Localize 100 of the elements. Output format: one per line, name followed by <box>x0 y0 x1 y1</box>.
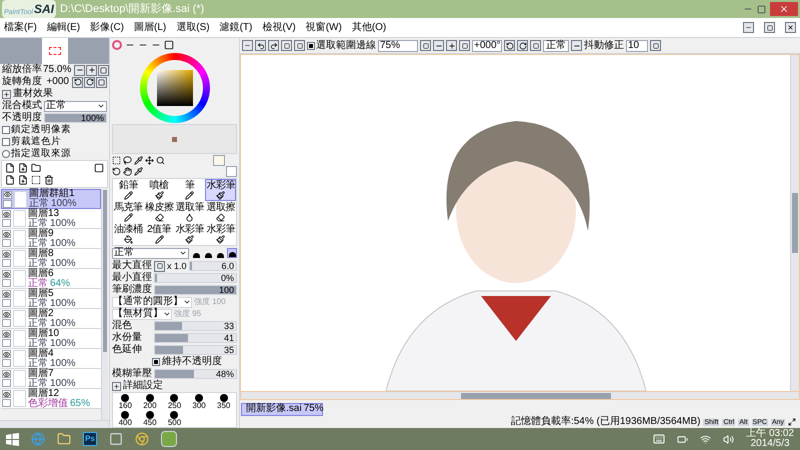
layer-item[interactable]: 圖層群組1 正常 100% <box>1 189 101 209</box>
layer-item[interactable]: 圖層9 正常 100% <box>1 229 101 249</box>
menu-item[interactable]: 其他(O) <box>352 20 386 35</box>
reset-button[interactable] <box>98 64 110 76</box>
zoom-in-button[interactable] <box>86 64 98 76</box>
zoom-menu-button[interactable] <box>420 40 431 51</box>
visibility-toggle[interactable] <box>2 370 11 378</box>
visibility-toggle[interactable] <box>2 310 11 318</box>
visibility-toggle[interactable] <box>2 330 11 338</box>
rotate-right-button[interactable] <box>84 76 95 88</box>
layer-item[interactable]: 圖層12 色彩增值 65% <box>1 389 101 409</box>
select-icon[interactable] <box>112 156 121 165</box>
tool-slot[interactable]: 油漆桶 <box>113 223 144 245</box>
tool-slot[interactable]: 水彩筆 <box>205 179 236 201</box>
checkbox[interactable] <box>152 358 160 366</box>
size-slider[interactable]: 6.0 <box>188 261 237 271</box>
stabilizer-menu-button[interactable] <box>650 40 661 51</box>
blend-dropdown[interactable]: 正常 <box>44 100 107 112</box>
mask-icon[interactable] <box>31 175 41 185</box>
rotate-reset-button[interactable] <box>530 40 541 51</box>
checkbox[interactable] <box>2 399 11 407</box>
lasso-icon[interactable] <box>123 156 132 165</box>
new-layer-icon[interactable] <box>5 163 15 173</box>
scrollbar[interactable] <box>101 189 108 420</box>
setting-slider[interactable]: 41 <box>154 333 237 343</box>
setting-slider[interactable]: 48% <box>154 369 237 379</box>
menu-item[interactable]: 編輯(E) <box>46 20 80 35</box>
redo-button[interactable] <box>268 40 279 51</box>
setting-slider[interactable]: 0% <box>154 273 237 283</box>
tool-slot[interactable]: 馬克筆 <box>113 201 144 223</box>
vertical-scrollbar[interactable] <box>790 55 799 391</box>
visibility-toggle[interactable] <box>2 210 11 218</box>
checkbox[interactable] <box>2 219 11 227</box>
rotate-icon[interactable] <box>112 167 121 176</box>
visibility-toggle[interactable] <box>2 230 11 238</box>
move-icon[interactable] <box>145 156 154 165</box>
brush-size-preset[interactable]: 400 <box>113 410 138 427</box>
checkbox[interactable] <box>3 200 12 208</box>
checkbox[interactable] <box>2 299 11 307</box>
maximize-icon[interactable] <box>757 4 766 14</box>
tool-slot[interactable]: 水彩筆 <box>205 223 236 245</box>
tool-slot[interactable]: 鉛筆 <box>113 179 144 201</box>
minimize-button[interactable] <box>743 22 754 33</box>
radio-button[interactable] <box>2 150 10 158</box>
zoom-in-button[interactable] <box>446 40 457 51</box>
keyboard-icon[interactable] <box>653 433 666 445</box>
visibility-toggle[interactable] <box>2 270 11 278</box>
angle-field[interactable]: +000° <box>472 40 502 52</box>
reset-button[interactable] <box>96 76 107 88</box>
scrollbar[interactable] <box>0 420 109 428</box>
eyedropper-icon[interactable] <box>134 167 143 176</box>
layer-item[interactable]: 圖層5 正常 100% <box>1 289 101 309</box>
color-wheel-tab[interactable] <box>112 40 122 50</box>
brush-size-preset[interactable]: 200 <box>138 393 162 410</box>
menu-item[interactable]: 濾鏡(T) <box>220 20 252 35</box>
hand-icon[interactable] <box>123 167 132 176</box>
tool-slot[interactable]: 橡皮擦 <box>144 201 174 223</box>
menu-item[interactable]: 選取(S) <box>176 20 210 35</box>
checkbox[interactable] <box>2 259 11 267</box>
undo-button[interactable] <box>255 40 266 51</box>
checkbox[interactable] <box>2 319 11 327</box>
photoshop-icon[interactable]: Ps <box>83 432 97 446</box>
size-menu-button[interactable] <box>154 260 165 272</box>
checkbox[interactable] <box>2 126 10 134</box>
zoom-reset-button[interactable] <box>459 40 470 51</box>
app-icon[interactable] <box>109 432 123 446</box>
layer-item[interactable]: 圖層4 正常 100% <box>1 349 101 369</box>
new-file-icon[interactable] <box>18 163 28 173</box>
folder-icon[interactable] <box>31 163 41 173</box>
document-tab[interactable]: 開新影像.sai 75% <box>241 402 323 416</box>
menu-item[interactable]: 檢視(V) <box>262 20 296 35</box>
battery-icon[interactable] <box>677 434 688 444</box>
checkbox[interactable] <box>2 138 10 146</box>
layer-item[interactable]: 圖層6 正常 64% <box>1 269 101 289</box>
layer-item[interactable]: 圖層8 正常 100% <box>1 249 101 269</box>
tool-slot[interactable]: 2值筆 <box>144 223 174 245</box>
brush-size-preset[interactable]: 500 <box>162 410 187 427</box>
rotate-left-button[interactable] <box>504 40 515 51</box>
brush-size-preset[interactable]: 350 <box>211 393 236 410</box>
restore-button[interactable] <box>764 22 775 33</box>
layer-item[interactable]: 圖層2 正常 100% <box>1 309 101 329</box>
tool-slot[interactable]: 筆 <box>174 179 206 201</box>
menu-item[interactable]: 檔案(F) <box>4 20 37 35</box>
zoom-out-button[interactable] <box>74 64 86 76</box>
foreground-color-swatch[interactable] <box>213 155 225 166</box>
background-color-swatch[interactable] <box>226 166 237 177</box>
visibility-toggle[interactable] <box>2 250 11 258</box>
sai-app-icon[interactable] <box>161 431 177 447</box>
menu-item[interactable]: 影像(C) <box>90 20 124 35</box>
trash-icon[interactable] <box>44 175 54 185</box>
checkbox[interactable] <box>2 379 11 387</box>
horizontal-scrollbar[interactable] <box>240 392 800 400</box>
chrome-icon[interactable] <box>135 432 149 446</box>
setting-slider[interactable]: 35 <box>154 345 237 355</box>
zoom-out-button[interactable] <box>433 40 444 51</box>
visibility-toggle[interactable] <box>2 350 11 358</box>
signal-icon[interactable] <box>700 434 712 444</box>
layer-item[interactable]: 圖層13 正常 100% <box>1 209 101 229</box>
layer-item[interactable]: 圖層7 正常 100% <box>1 369 101 389</box>
volume-icon[interactable] <box>723 434 734 444</box>
